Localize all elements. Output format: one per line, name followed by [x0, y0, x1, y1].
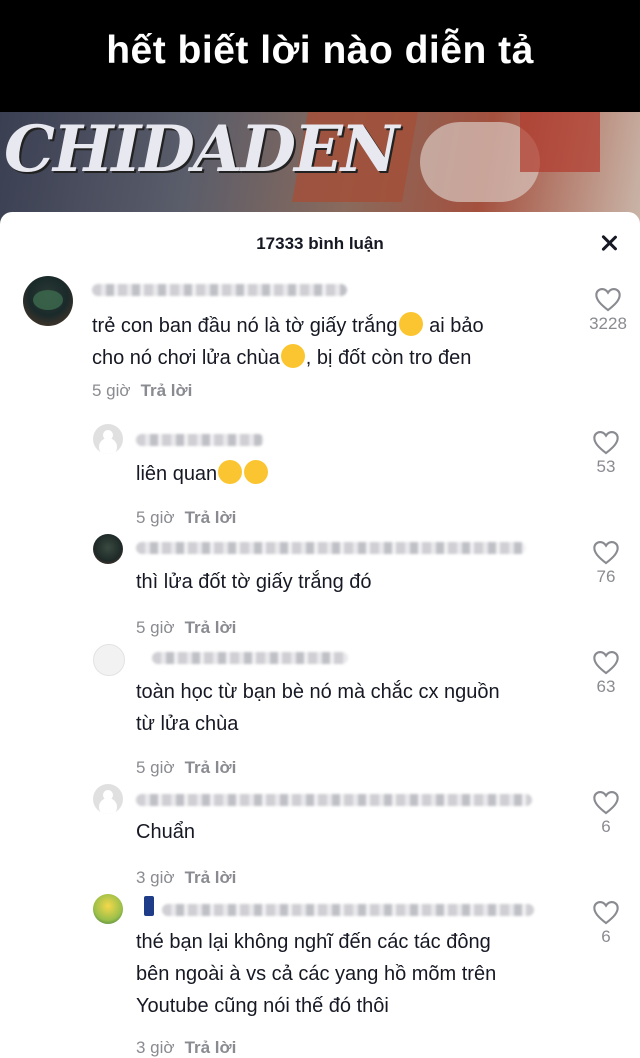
reply-button[interactable]: Trả lời	[185, 868, 237, 887]
like-button[interactable]: 6	[576, 789, 636, 837]
comment-time: 3 giờ	[136, 868, 175, 887]
video-caption-text: hết biết lời nào diễn tả	[106, 29, 534, 72]
comment-text: thì lửa đốt tờ giấy trắng đó	[136, 571, 372, 593]
like-button[interactable]: 63	[576, 649, 636, 697]
grin-emoji-icon	[244, 460, 269, 484]
reply-button[interactable]: Trả lời	[185, 508, 237, 527]
username-blurred[interactable]	[136, 542, 526, 554]
comment-text: trẻ con ban đầu nó là tờ giấy trắng ai b…	[92, 310, 562, 374]
avatar[interactable]	[93, 424, 123, 454]
badge-icon	[144, 896, 154, 916]
comment-meta: 5 giờ Trả lời	[92, 381, 192, 401]
comments-sheet: 17333 bình luận trẻ con ban đầu nó là tờ…	[0, 212, 640, 1058]
comment-meta: 5 giờ Trả lời	[136, 618, 236, 638]
heart-icon	[593, 541, 619, 565]
heart-icon	[593, 791, 619, 815]
like-button[interactable]: 3228	[578, 286, 638, 334]
video-logo: CHIDADEN	[4, 112, 399, 187]
avatar[interactable]	[93, 534, 123, 564]
like-button[interactable]: 76	[576, 539, 636, 587]
video-frame[interactable]: CHIDADEN	[0, 112, 640, 224]
comment-text: Chuẩn	[136, 821, 195, 843]
avatar[interactable]	[93, 644, 125, 676]
video-caption-banner: hết biết lời nào diễn tả	[0, 0, 640, 112]
heart-icon	[593, 431, 619, 455]
like-button[interactable]: 6	[576, 899, 636, 947]
like-count: 63	[596, 677, 616, 696]
comment-meta: 3 giờ Trả lời	[136, 1038, 236, 1058]
username-blurred[interactable]	[136, 434, 264, 446]
comment-meta: 3 giờ Trả lời	[136, 868, 236, 888]
avatar[interactable]	[93, 784, 123, 814]
username-blurred[interactable]	[152, 652, 348, 664]
heart-icon	[593, 651, 619, 675]
comment-meta: 5 giờ Trả lời	[136, 758, 236, 778]
reply-button[interactable]: Trả lời	[185, 618, 237, 637]
like-count: 53	[596, 457, 616, 476]
reply-button[interactable]: Trả lời	[141, 381, 193, 400]
reply-button[interactable]: Trả lời	[185, 758, 237, 777]
like-count: 3228	[589, 314, 627, 333]
username-blurred[interactable]	[92, 284, 347, 296]
close-icon[interactable]	[596, 230, 622, 256]
comment-text: liên quan	[136, 458, 269, 490]
like-count: 76	[596, 567, 616, 586]
avatar[interactable]	[93, 894, 123, 924]
disappointed-emoji-icon	[398, 312, 423, 336]
comment-text: thé bạn lại không nghĩ đến các tác đông …	[136, 931, 497, 1017]
username-blurred[interactable]	[162, 904, 534, 916]
like-count: 6	[601, 927, 611, 946]
joy-emoji-icon	[218, 460, 243, 484]
reply-button[interactable]: Trả lời	[185, 1038, 237, 1057]
comments-count-title: 17333 bình luận	[256, 234, 384, 253]
like-button[interactable]: 53	[576, 429, 636, 477]
heart-icon	[595, 288, 621, 312]
username-blurred[interactable]	[136, 794, 532, 806]
avatar[interactable]	[23, 276, 73, 326]
comment-time: 5 giờ	[92, 381, 131, 400]
like-count: 6	[601, 817, 611, 836]
heart-icon	[593, 901, 619, 925]
comment-time: 3 giờ	[136, 1038, 175, 1057]
comment-time: 5 giờ	[136, 508, 175, 527]
comment-text: toàn học từ bạn bè nó mà chắc cx nguồn t…	[136, 681, 500, 735]
comment-time: 5 giờ	[136, 618, 175, 637]
relieved-emoji-icon	[280, 344, 305, 368]
video-decor	[520, 112, 600, 172]
comment-time: 5 giờ	[136, 758, 175, 777]
comment-meta: 5 giờ Trả lời	[136, 508, 236, 528]
